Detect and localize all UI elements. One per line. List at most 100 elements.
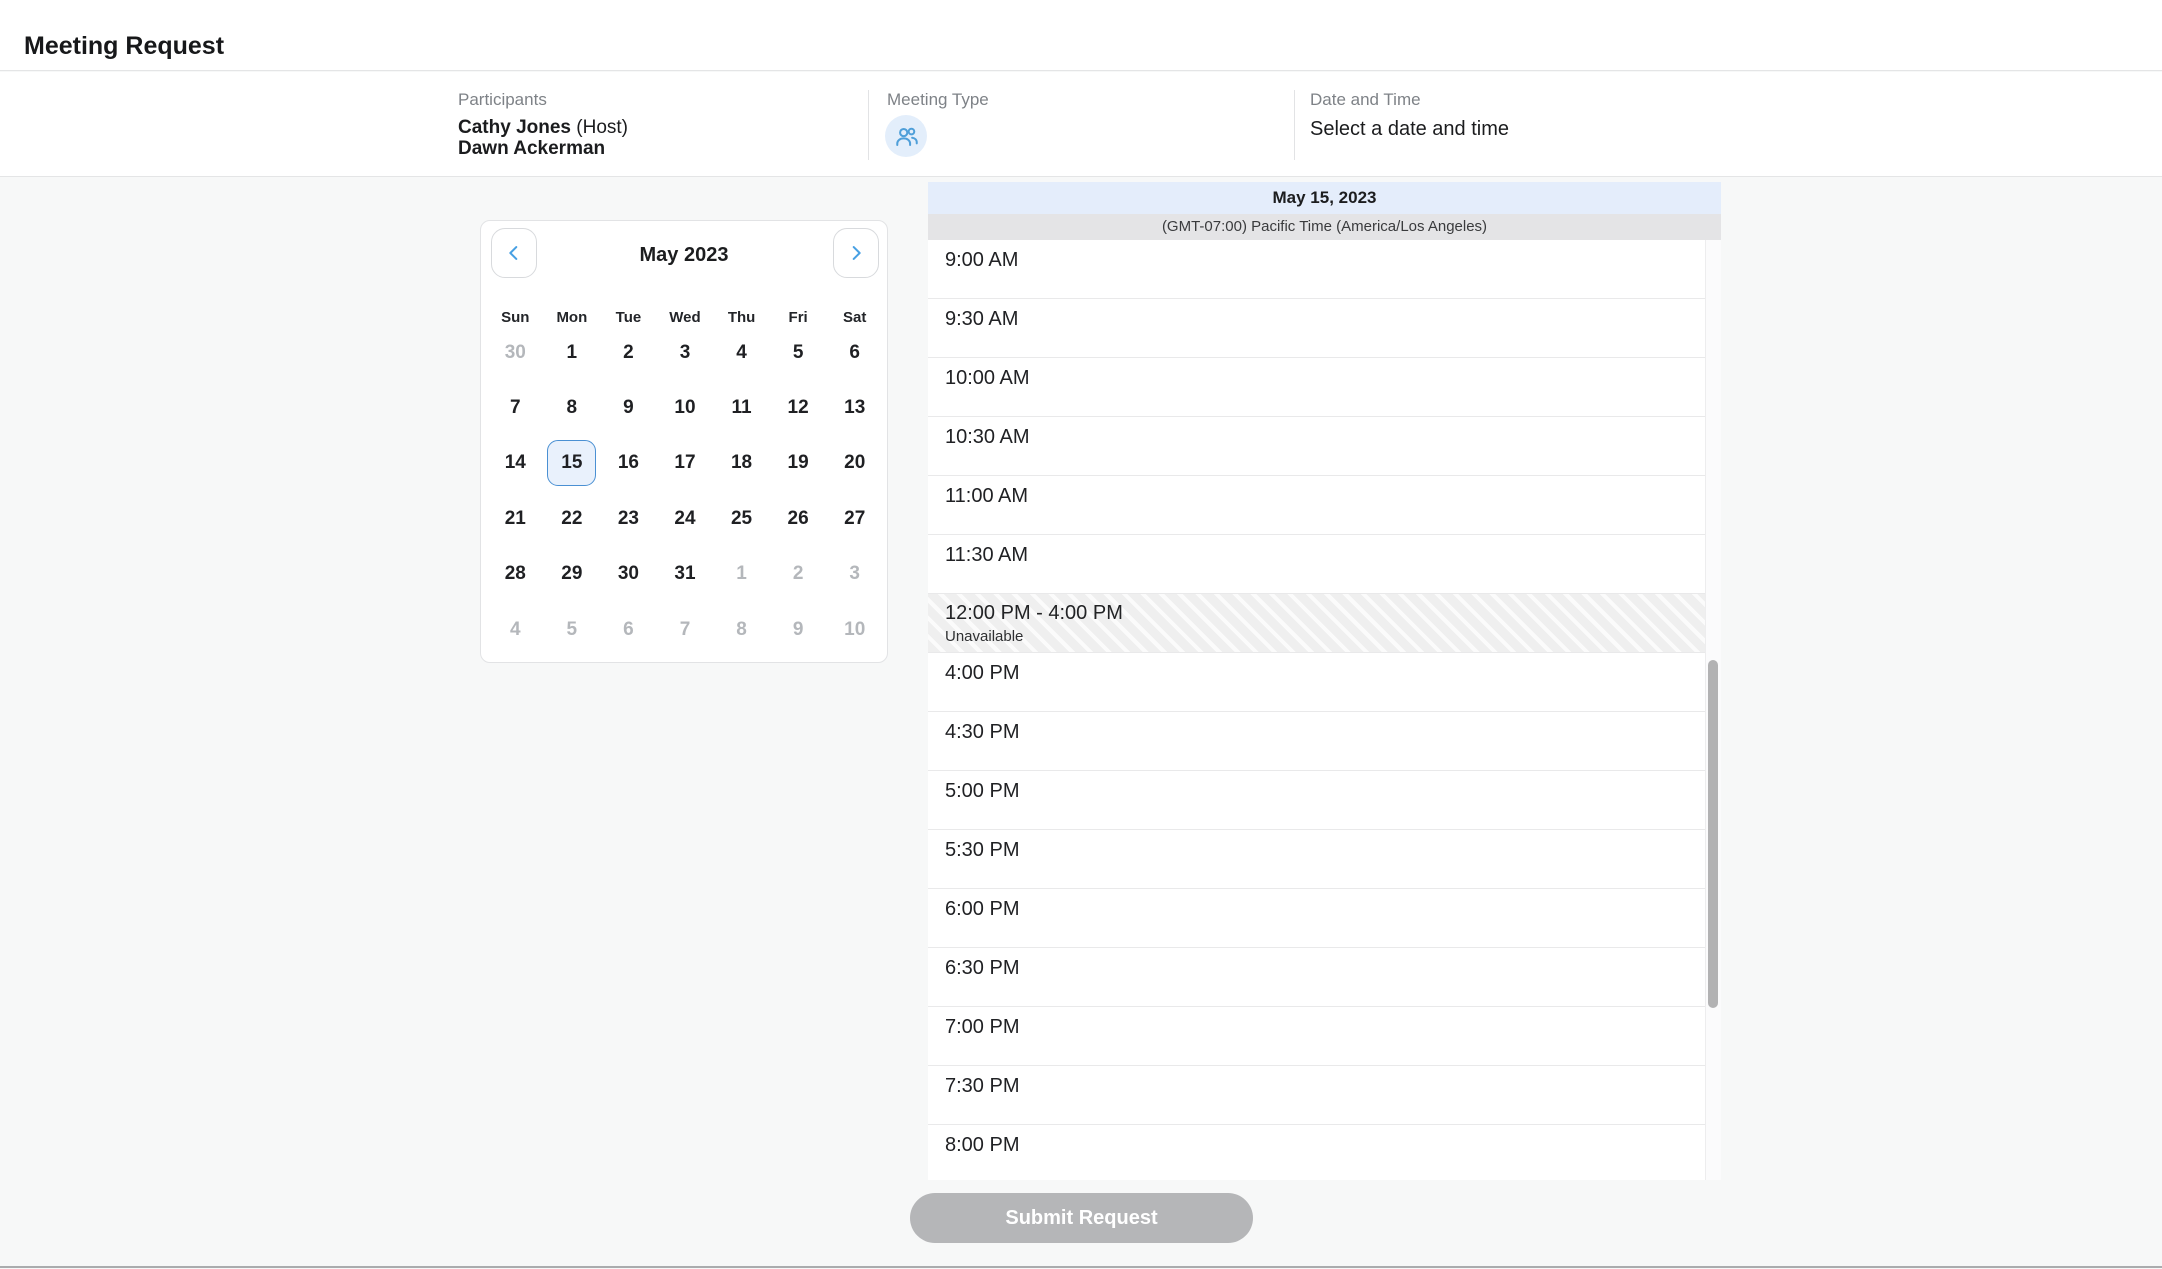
calendar-day-22[interactable]: 22 — [547, 496, 596, 542]
time-slot[interactable]: 5:00 PM — [928, 771, 1705, 830]
calendar-day-5-adjacent: 5 — [547, 607, 596, 653]
time-slot[interactable]: 7:30 PM — [928, 1066, 1705, 1125]
time-slot[interactable]: 7:00 PM — [928, 1007, 1705, 1066]
calendar-day-11[interactable]: 11 — [717, 385, 766, 431]
time-slot[interactable]: 4:30 PM — [928, 712, 1705, 771]
time-slot[interactable]: 11:30 AM — [928, 535, 1705, 594]
weekday-label: Mon — [544, 309, 601, 326]
weekday-label: Thu — [713, 309, 770, 326]
people-icon — [893, 123, 920, 150]
guest-name: Dawn Ackerman — [458, 138, 628, 159]
submit-request-button[interactable]: Submit Request — [910, 1193, 1253, 1243]
calendar-day-2[interactable]: 2 — [604, 330, 653, 376]
calendar-day-25[interactable]: 25 — [717, 496, 766, 542]
time-slot[interactable]: 5:30 PM — [928, 830, 1705, 889]
meeting-request-app: Meeting Request Participants Cathy Jones… — [0, 0, 2162, 1269]
weekday-label: Tue — [600, 309, 657, 326]
time-slot[interactable]: 6:30 PM — [928, 948, 1705, 1007]
meeting-type-avatar — [885, 115, 927, 157]
calendar-day-13[interactable]: 13 — [830, 385, 879, 431]
calendar-day-6-adjacent: 6 — [604, 607, 653, 653]
calendar-day-15[interactable]: 15 — [547, 440, 596, 486]
time-slot[interactable]: 9:30 AM — [928, 299, 1705, 358]
calendar-week-row: 30123456 — [487, 325, 883, 380]
calendar-day-4-adjacent: 4 — [491, 607, 540, 653]
calendar-day-8[interactable]: 8 — [547, 385, 596, 431]
time-slot[interactable]: 8:00 PM — [928, 1125, 1705, 1180]
calendar-day-24[interactable]: 24 — [660, 496, 709, 542]
timezone-bar: (GMT-07:00) Pacific Time (America/Los An… — [928, 214, 1721, 240]
time-slot[interactable]: 10:30 AM — [928, 417, 1705, 476]
chevron-right-icon — [845, 242, 867, 264]
time-slot[interactable]: 9:00 AM — [928, 240, 1705, 299]
weekday-label: Fri — [770, 309, 827, 326]
calendar-day-1[interactable]: 1 — [547, 330, 596, 376]
summary-bar: Participants Cathy Jones (Host) Dawn Ack… — [0, 72, 2162, 177]
calendar-day-20[interactable]: 20 — [830, 440, 879, 486]
calendar-day-29[interactable]: 29 — [547, 551, 596, 597]
unavailable-status: Unavailable — [945, 628, 1705, 645]
calendar-day-18[interactable]: 18 — [717, 440, 766, 486]
page-bottom-rule — [0, 1266, 2162, 1268]
calendar-week-row: 14151617181920 — [487, 436, 883, 491]
calendar-day-23[interactable]: 23 — [604, 496, 653, 542]
calendar-day-1-adjacent: 1 — [717, 551, 766, 597]
time-slot-panel: May 15, 2023 (GMT-07:00) Pacific Time (A… — [928, 182, 1721, 1180]
time-slot-list: 9:00 AM9:30 AM10:00 AM10:30 AM11:00 AM11… — [928, 240, 1705, 1180]
calendar-day-21[interactable]: 21 — [491, 496, 540, 542]
weekday-label: Wed — [657, 309, 714, 326]
calendar-day-9[interactable]: 9 — [604, 385, 653, 431]
calendar-day-31[interactable]: 31 — [660, 551, 709, 597]
section-divider — [868, 90, 869, 160]
calendar-day-9-adjacent: 9 — [774, 607, 823, 653]
weekday-label: Sun — [487, 309, 544, 326]
meeting-type-label: Meeting Type — [887, 90, 989, 110]
app-header: Meeting Request — [0, 0, 2162, 71]
calendar-month-title: May 2023 — [481, 244, 887, 267]
selected-date-banner: May 15, 2023 — [928, 182, 1721, 214]
time-slot[interactable]: 11:00 AM — [928, 476, 1705, 535]
calendar-week-row: 45678910 — [487, 602, 883, 657]
calendar-week-row: 21222324252627 — [487, 491, 883, 546]
calendar-week-row: 28293031123 — [487, 547, 883, 602]
date-time-label: Date and Time — [1310, 90, 1421, 110]
time-slot[interactable]: 4:00 PM — [928, 653, 1705, 712]
calendar-day-10-adjacent: 10 — [830, 607, 879, 653]
calendar-day-14[interactable]: 14 — [491, 440, 540, 486]
calendar-week-row: 78910111213 — [487, 380, 883, 435]
page-title: Meeting Request — [24, 32, 224, 61]
calendar-day-26[interactable]: 26 — [774, 496, 823, 542]
calendar-day-12[interactable]: 12 — [774, 385, 823, 431]
calendar-day-6[interactable]: 6 — [830, 330, 879, 376]
calendar: May 2023 SunMonTueWedThuFriSat 301234567… — [480, 220, 888, 663]
calendar-day-17[interactable]: 17 — [660, 440, 709, 486]
date-time-value: Select a date and time — [1310, 118, 1509, 141]
weekday-header-row: SunMonTueWedThuFriSat — [487, 309, 883, 326]
calendar-day-4[interactable]: 4 — [717, 330, 766, 376]
time-slot[interactable]: 10:00 AM — [928, 358, 1705, 417]
participants-label: Participants — [458, 90, 547, 110]
calendar-day-27[interactable]: 27 — [830, 496, 879, 542]
weekday-label: Sat — [826, 309, 883, 326]
calendar-day-28[interactable]: 28 — [491, 551, 540, 597]
section-divider — [1294, 90, 1295, 160]
participants-list: Cathy Jones (Host) Dawn Ackerman — [458, 117, 628, 159]
host-name: Cathy Jones — [458, 117, 571, 138]
host-suffix: (Host) — [576, 117, 628, 138]
calendar-day-16[interactable]: 16 — [604, 440, 653, 486]
calendar-day-7-adjacent: 7 — [660, 607, 709, 653]
time-slot[interactable]: 6:00 PM — [928, 889, 1705, 948]
unavailable-block: 12:00 PM - 4:00 PM Unavailable — [928, 594, 1705, 653]
calendar-day-10[interactable]: 10 — [660, 385, 709, 431]
calendar-day-3[interactable]: 3 — [660, 330, 709, 376]
calendar-day-19[interactable]: 19 — [774, 440, 823, 486]
host-line: Cathy Jones (Host) — [458, 117, 628, 138]
unavailable-range: 12:00 PM - 4:00 PM — [945, 602, 1705, 624]
calendar-next-button[interactable] — [833, 228, 879, 278]
calendar-day-7[interactable]: 7 — [491, 385, 540, 431]
calendar-grid: 3012345678910111213141516171819202122232… — [487, 325, 883, 657]
calendar-day-8-adjacent: 8 — [717, 607, 766, 653]
scrollbar-thumb[interactable] — [1708, 660, 1718, 1008]
calendar-day-5[interactable]: 5 — [774, 330, 823, 376]
calendar-day-30[interactable]: 30 — [604, 551, 653, 597]
